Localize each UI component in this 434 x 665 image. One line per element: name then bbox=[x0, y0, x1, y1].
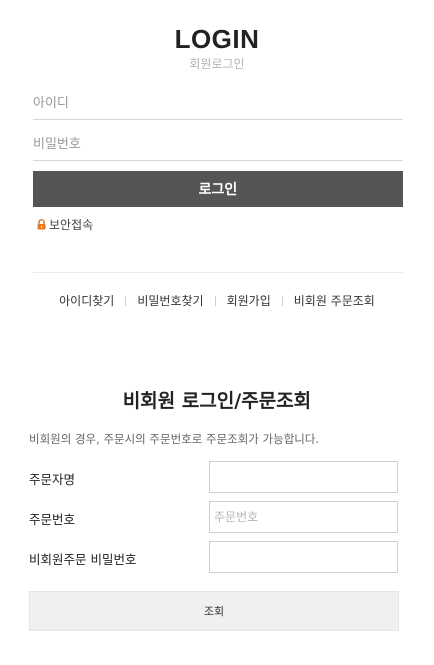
order-password-input[interactable] bbox=[209, 541, 398, 573]
lock-icon bbox=[37, 219, 46, 230]
link-separator bbox=[214, 295, 216, 306]
login-page: LOGIN 회원로그인 로그인 보안접속 아이디찾기 비밀번호찾기 회원가입 비… bbox=[0, 0, 434, 665]
order-password-label: 비회원주문 비밀번호 bbox=[29, 552, 137, 567]
page-subtitle: 회원로그인 bbox=[189, 57, 245, 71]
section-divider bbox=[33, 272, 403, 273]
find-id-link[interactable]: 아이디찾기 bbox=[59, 292, 114, 309]
order-number-input[interactable] bbox=[209, 501, 398, 533]
order-lookup-button[interactable]: 조회 bbox=[29, 591, 399, 631]
guest-section-title: 비회원 로그인/주문조회 bbox=[122, 390, 312, 412]
orderer-name-label: 주문자명 bbox=[29, 472, 76, 487]
password-input[interactable] bbox=[33, 129, 403, 161]
user-id-input[interactable] bbox=[33, 88, 403, 120]
link-separator bbox=[125, 295, 127, 306]
order-number-label: 주문번호 bbox=[29, 512, 76, 527]
find-password-link[interactable]: 비밀번호찾기 bbox=[137, 292, 203, 309]
guest-order-lookup-link[interactable]: 비회원 주문조회 bbox=[294, 292, 375, 309]
page-title: LOGIN bbox=[174, 24, 260, 54]
login-button[interactable]: 로그인 bbox=[33, 171, 403, 207]
account-links: 아이디찾기 비밀번호찾기 회원가입 비회원 주문조회 bbox=[0, 292, 434, 309]
guest-section-description: 비회원의 경우, 주문시의 주문번호로 주문조회가 가능합니다. bbox=[29, 432, 320, 446]
signup-link[interactable]: 회원가입 bbox=[227, 292, 271, 309]
orderer-name-input[interactable] bbox=[209, 461, 398, 493]
link-separator bbox=[281, 295, 283, 306]
secure-connection-link[interactable]: 보안접속 bbox=[37, 216, 93, 233]
secure-connection-label: 보안접속 bbox=[49, 218, 94, 232]
